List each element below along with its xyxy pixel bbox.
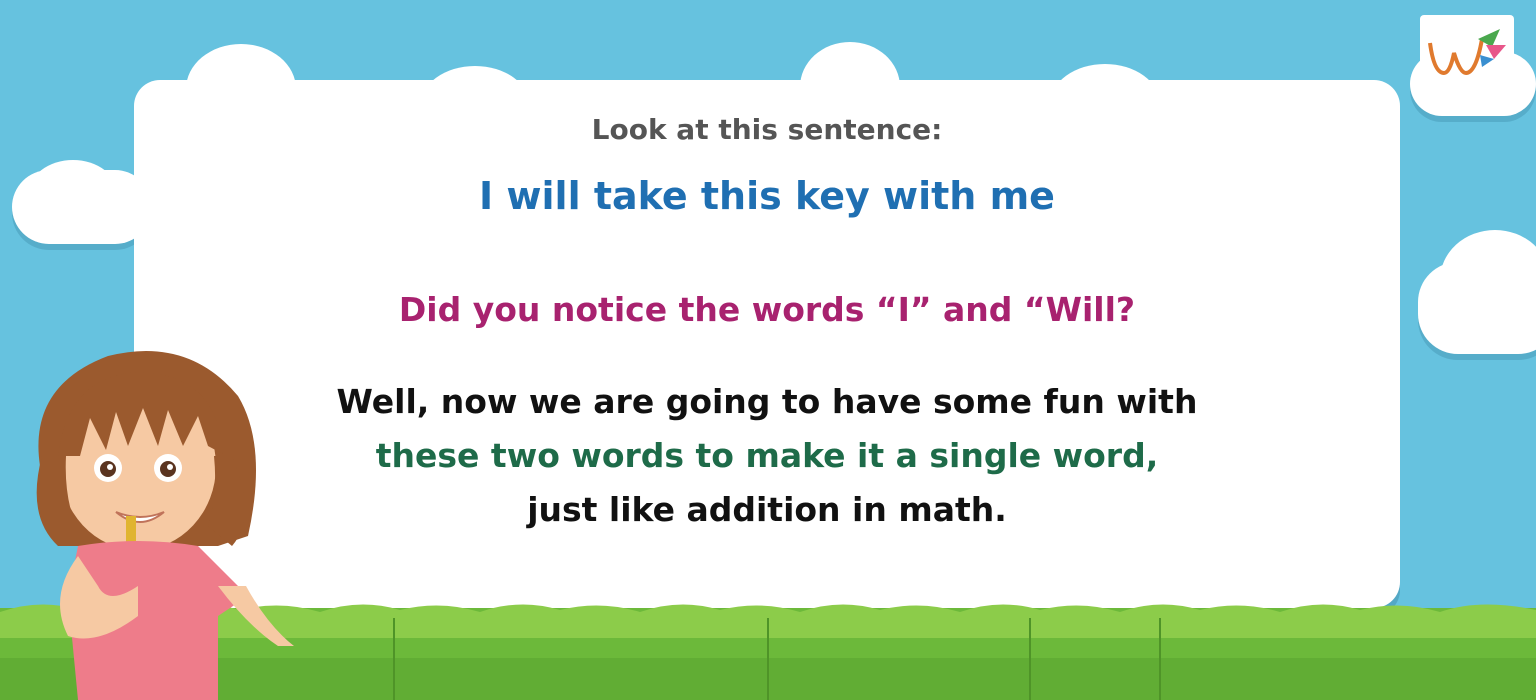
explanation-line-3: just like addition in math. — [527, 490, 1007, 529]
explanation-line-1: Well, now we are going to have some fun … — [336, 382, 1198, 421]
girl-with-key-illustration — [36, 351, 294, 700]
logo-w-icon — [1428, 29, 1506, 76]
sky-background: Look at this sentence: I will take this … — [0, 0, 1536, 700]
explanation-line-2: these two words to make it a single word… — [375, 436, 1159, 475]
example-sentence: I will take this key with me — [479, 174, 1055, 218]
logo-icon[interactable] — [1420, 15, 1514, 87]
cloud-left-bump — [28, 160, 118, 230]
intro-heading: Look at this sentence: — [591, 113, 943, 146]
question-text: Did you notice the words “I” and “Will? — [398, 290, 1136, 329]
explanation-text: Well, now we are going to have some fun … — [134, 375, 1400, 537]
